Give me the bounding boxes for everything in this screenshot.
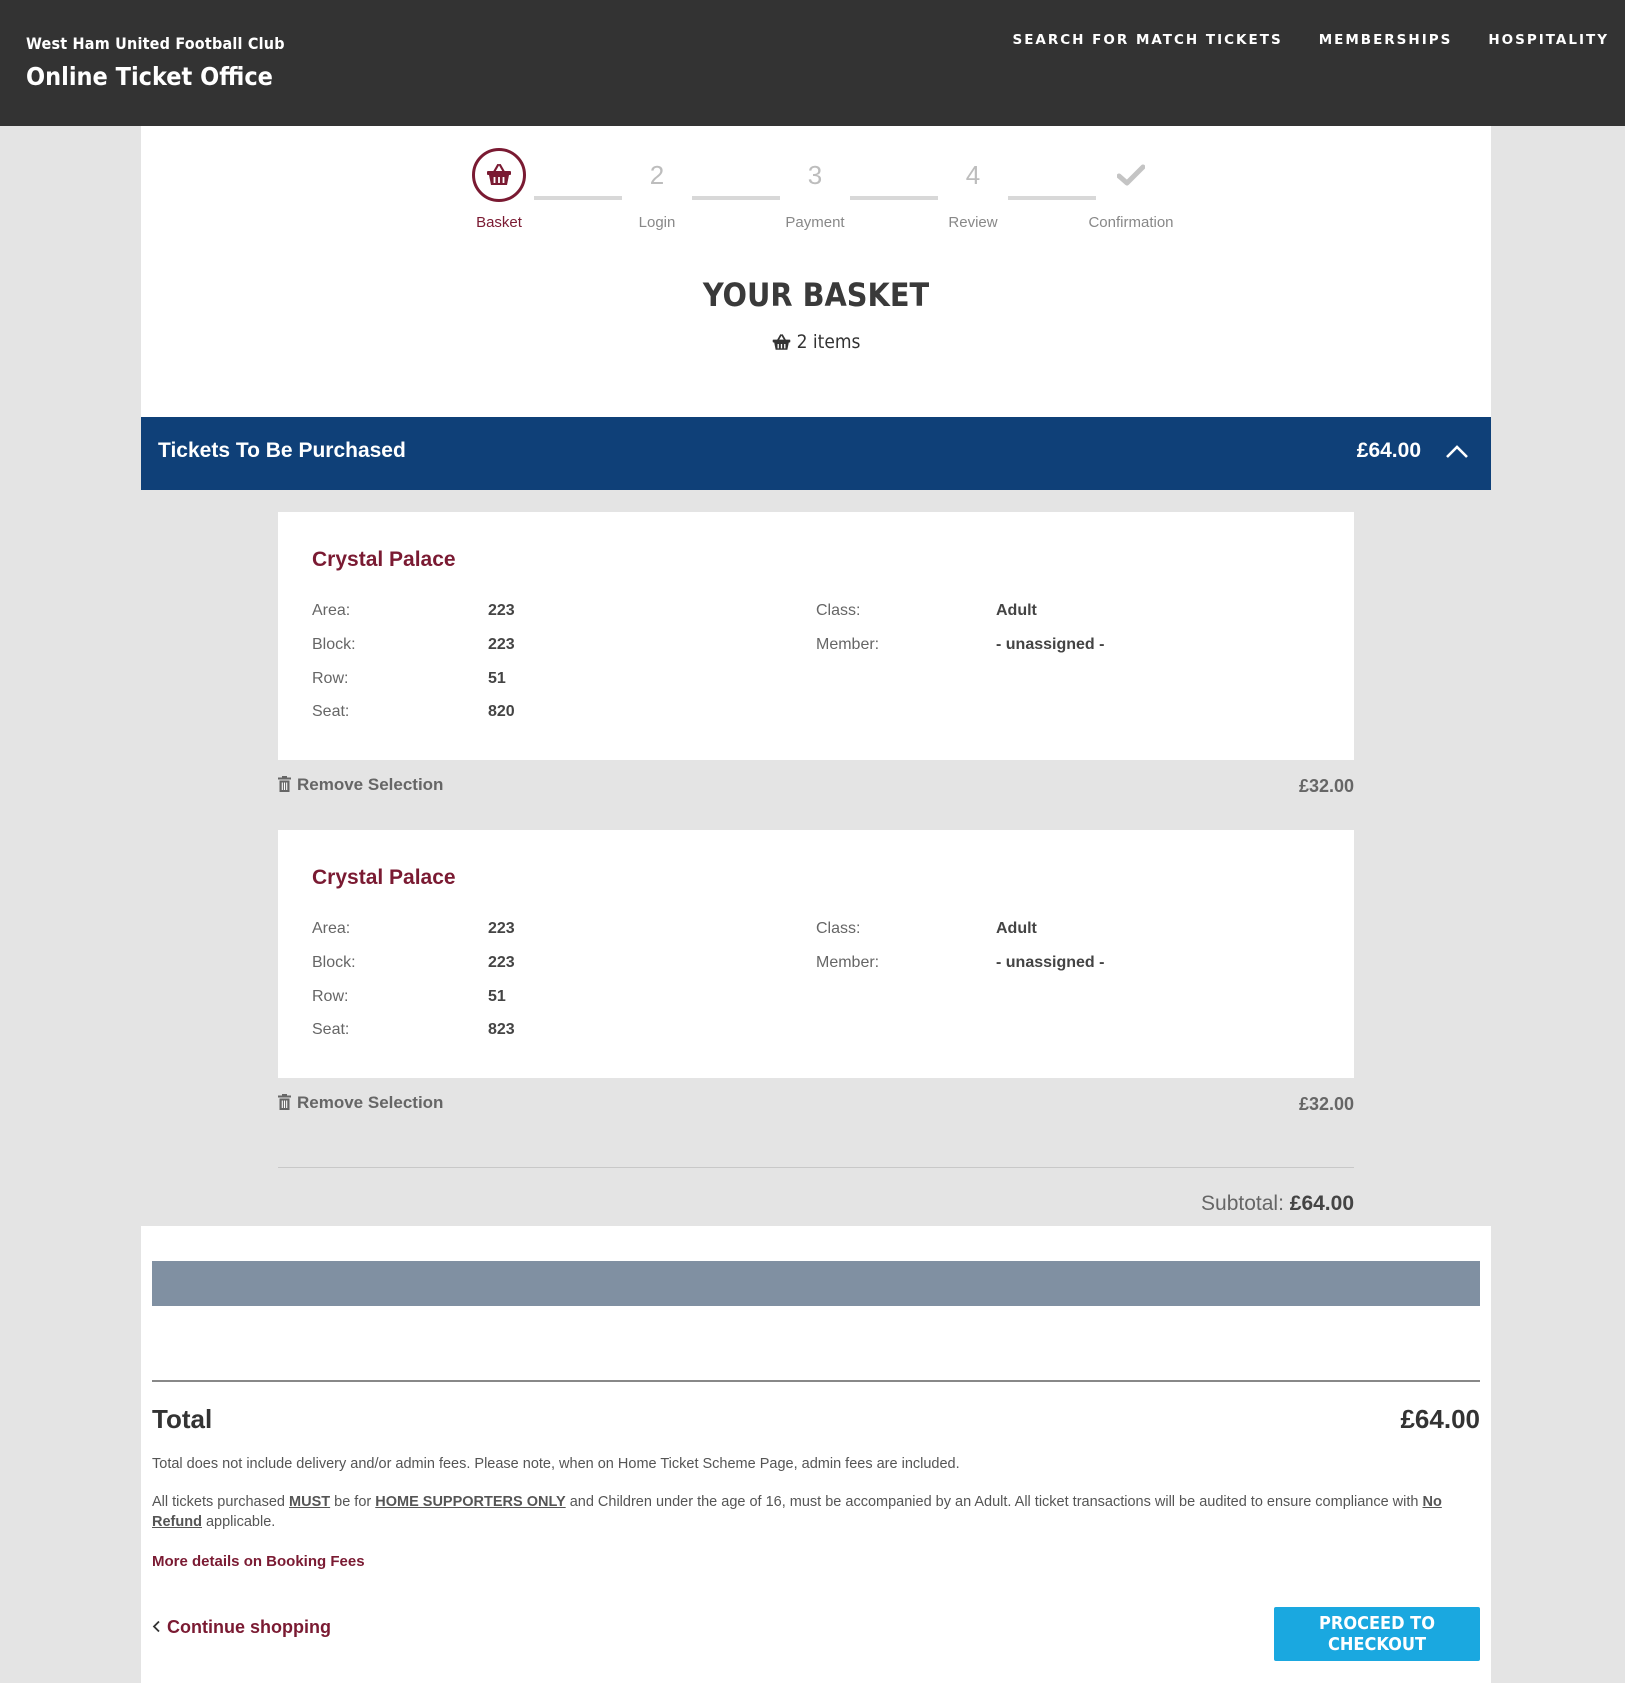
ticket-row-label: Row: — [312, 670, 349, 687]
subtotal-value: £64.00 — [1289, 1192, 1354, 1215]
ticket-event: Crystal Palace — [312, 866, 456, 889]
page-title: YOUR BASKET — [702, 276, 930, 314]
step-basket: Basket — [429, 148, 569, 231]
ticket-block: 223 — [488, 636, 515, 653]
step-label: Basket — [476, 214, 522, 231]
ticket-card: Crystal Palace Area: 223 Block: 223 Row:… — [278, 512, 1354, 760]
subtotal: Subtotal: £64.00 — [1201, 1192, 1354, 1216]
remove-selection-button[interactable]: Remove Selection — [278, 1093, 443, 1113]
site-title[interactable]: Online Ticket Office — [26, 62, 273, 91]
step-number: 2 — [649, 159, 665, 190]
ticket-member: - unassigned - — [996, 636, 1105, 653]
info-bar — [152, 1261, 1480, 1306]
tickets-section-body: Crystal Palace Area: 223 Block: 223 Row:… — [141, 490, 1491, 1226]
chevron-up-icon[interactable] — [1445, 443, 1469, 459]
ticket-class: Adult — [996, 920, 1037, 937]
ticket-member-label: Member: — [816, 954, 880, 971]
section-title: Tickets To Be Purchased — [158, 439, 406, 462]
basket-count-text: 2 items — [796, 331, 861, 353]
ticket-row: 51 — [488, 670, 506, 687]
step-label: Payment — [785, 214, 845, 231]
ticket-seat: 823 — [488, 1021, 515, 1038]
continue-shopping-label: Continue shopping — [167, 1617, 331, 1637]
ticket-seat: 820 — [488, 703, 515, 720]
policy-text: applicable. — [201, 1514, 276, 1530]
step-login: 2 Login — [587, 148, 727, 232]
policy-home-supporters: HOME SUPPORTERS ONLY — [375, 1494, 566, 1510]
basket-icon — [772, 334, 790, 350]
ticket-seat-label: Seat: — [312, 703, 350, 720]
ticket-row-label: Row: — [312, 988, 349, 1005]
ticket-price: £32.00 — [1298, 1094, 1354, 1114]
club-name: West Ham United Football Club — [26, 34, 285, 53]
ticket-class-label: Class: — [816, 920, 861, 937]
ticket-area-label: Area: — [312, 920, 351, 937]
nav-hospitality[interactable]: HOSPITALITY — [1488, 32, 1609, 48]
policy-text: and Children under the age of 16, must b… — [565, 1494, 1423, 1510]
checkmark-icon — [1117, 164, 1145, 186]
step-number: 4 — [965, 159, 981, 190]
ticket-block: 223 — [488, 954, 515, 971]
ticket-row: 51 — [488, 988, 506, 1005]
nav-search-match-tickets[interactable]: SEARCH FOR MATCH TICKETS — [1012, 32, 1282, 48]
remove-selection-label: Remove Selection — [297, 1093, 444, 1112]
step-label: Login — [638, 214, 676, 231]
ticket-seat-label: Seat: — [312, 1021, 350, 1038]
step-payment: 3 Payment — [745, 148, 885, 232]
main-nav: SEARCH FOR MATCH TICKETS MEMBERSHIPS HOS… — [1012, 32, 1609, 48]
ticket-member: - unassigned - — [996, 954, 1105, 971]
nav-memberships[interactable]: MEMBERSHIPS — [1319, 32, 1453, 48]
ticket-member-label: Member: — [816, 636, 880, 653]
basket-count: 2 items — [141, 331, 1491, 353]
step-confirmation: Confirmation — [1061, 148, 1201, 231]
ticket-event: Crystal Palace — [312, 548, 456, 571]
step-confirmation-circle — [1104, 148, 1158, 202]
booking-fees-link[interactable]: More details on Booking Fees — [152, 1553, 365, 1570]
policy-note: All tickets purchased MUST be for HOME S… — [152, 1492, 1480, 1532]
policy-text: be for — [330, 1494, 376, 1510]
checkout-progress: Basket 2 Login 3 Payment 4 Review Confir… — [141, 148, 1491, 238]
chevron-left-icon — [152, 1620, 160, 1633]
policy-text: All tickets purchased — [152, 1494, 290, 1510]
step-review: 4 Review — [903, 148, 1043, 232]
step-label: Review — [948, 214, 998, 231]
ticket-card: Crystal Palace Area: 223 Block: 223 Row:… — [278, 830, 1354, 1078]
trash-icon — [278, 776, 291, 792]
ticket-price: £32.00 — [1298, 776, 1354, 796]
ticket-block-label: Block: — [312, 954, 356, 971]
tickets-section-header[interactable]: Tickets To Be Purchased £64.00 — [141, 417, 1491, 490]
ticket-area: 223 — [488, 602, 515, 619]
ticket-class: Adult — [996, 602, 1037, 619]
ticket-class-label: Class: — [816, 602, 861, 619]
step-basket-circle — [472, 148, 526, 202]
basket-icon — [487, 164, 511, 185]
subtotal-label: Subtotal: — [1201, 1192, 1284, 1215]
ticket-area: 223 — [488, 920, 515, 937]
total-label: Total — [152, 1404, 213, 1434]
ticket-area-label: Area: — [312, 602, 351, 619]
step-label: Confirmation — [1088, 214, 1174, 231]
section-amount: £64.00 — [1356, 439, 1421, 462]
ticket-block-label: Block: — [312, 636, 356, 653]
remove-selection-button[interactable]: Remove Selection — [278, 775, 443, 795]
trash-icon — [278, 1094, 291, 1110]
continue-shopping-link[interactable]: Continue shopping — [152, 1617, 331, 1638]
policy-must: MUST — [289, 1494, 331, 1510]
remove-selection-label: Remove Selection — [297, 775, 444, 794]
fees-note: Total does not include delivery and/or a… — [152, 1456, 960, 1472]
step-number: 3 — [807, 159, 823, 190]
page-content: Basket 2 Login 3 Payment 4 Review Confir… — [141, 126, 1491, 1683]
top-bar: West Ham United Football Club Online Tic… — [0, 0, 1625, 126]
total-divider — [152, 1380, 1480, 1382]
subtotal-divider — [278, 1167, 1354, 1168]
total-amount: £64.00 — [1400, 1404, 1480, 1434]
proceed-to-checkout-button[interactable]: PROCEED TO CHECKOUT — [1274, 1607, 1480, 1661]
